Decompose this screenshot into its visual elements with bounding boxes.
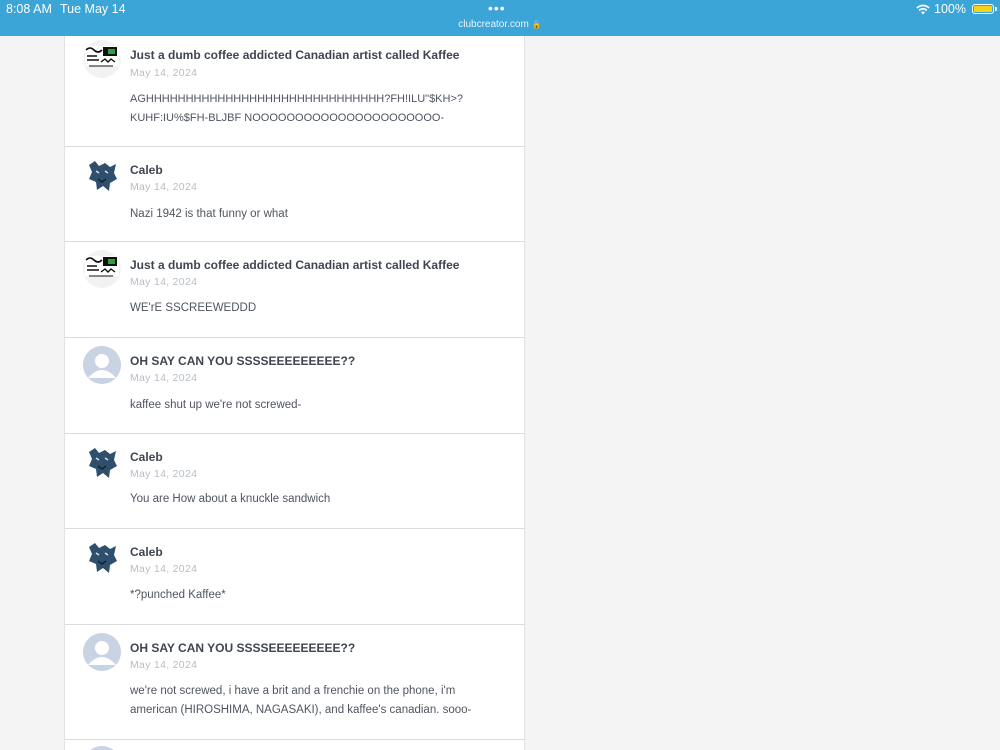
comment-author[interactable]: Caleb [130, 163, 163, 177]
comment-text: Nazi 1942 is that funny or what [130, 208, 288, 220]
comment-author[interactable]: Caleb [130, 545, 163, 559]
battery-percent: 100% [934, 2, 966, 16]
comment-item: Just a dumb coffee addicted Canadian art… [65, 36, 524, 147]
comment-date: May 14, 2024 [130, 372, 198, 384]
status-bar: 8:08 AM Tue May 14 ••• clubcreator.com 🔒 … [0, 0, 1000, 36]
panther-avatar[interactable] [83, 157, 121, 195]
comment-item: OH SAY CAN YOU SSSSEEEEEEEEE?? May 14, 2… [65, 338, 524, 434]
comment-item: Caleb May 14, 2024 You are How about a k… [65, 434, 524, 529]
comment-date: May 14, 2024 [130, 276, 198, 288]
default-user-avatar[interactable] [83, 633, 121, 671]
comment-text: kaffee shut up we're not screwed- [130, 399, 302, 411]
kaffee-avatar[interactable] [83, 250, 121, 288]
comment-date: May 14, 2024 [130, 659, 198, 671]
comment-date: May 14, 2024 [130, 468, 198, 480]
comment-author[interactable]: Just a dumb coffee addicted Canadian art… [130, 48, 459, 62]
panther-avatar[interactable] [83, 444, 121, 482]
battery-fill [974, 6, 992, 12]
comment-author[interactable]: OH SAY CAN YOU SSSSEEEEEEEEE?? [130, 641, 355, 655]
url-text: clubcreator.com [458, 19, 529, 30]
comment-author[interactable]: Just a dumb coffee addicted Canadian art… [130, 258, 459, 272]
default-user-avatar[interactable] [83, 346, 121, 384]
comment-feed[interactable]: Just a dumb coffee addicted Canadian art… [64, 36, 525, 750]
status-time: 8:08 AM [6, 2, 52, 16]
comment-item: Caleb May 14, 2024 *?punched Kaffee* [65, 529, 524, 625]
comment-author[interactable]: Caleb [130, 450, 163, 464]
comment-author[interactable]: OH SAY CAN YOU SSSSEEEEEEEEE?? [130, 354, 355, 368]
comment-date: May 14, 2024 [130, 181, 198, 193]
comment-text: WE'rE SSCREEWEDDD [130, 302, 257, 314]
comment-date: May 14, 2024 [130, 563, 198, 575]
comment-item [65, 740, 524, 750]
comment-item: Just a dumb coffee addicted Canadian art… [65, 242, 524, 338]
panther-avatar[interactable] [83, 539, 121, 577]
comment-text: we're not screwed, i have a brit and a f… [130, 685, 472, 716]
comment-text: You are How about a knuckle sandwich [130, 493, 331, 505]
status-date: Tue May 14 [60, 2, 126, 16]
multitasking-dots-icon[interactable]: ••• [488, 0, 506, 16]
comment-text: AGHHHHHHHHHHHHHHHHHHHHHHHHHHHHHH?FH!ILU"… [130, 93, 464, 124]
battery-icon [972, 4, 997, 14]
address-bar[interactable]: clubcreator.com 🔒 [0, 19, 1000, 30]
wifi-icon [916, 4, 930, 14]
comment-item: OH SAY CAN YOU SSSSEEEEEEEEE?? May 14, 2… [65, 625, 524, 740]
comment-text: *?punched Kaffee* [130, 589, 226, 601]
comment-date: May 14, 2024 [130, 67, 198, 79]
comment-item: Caleb May 14, 2024 Nazi 1942 is that fun… [65, 147, 524, 242]
default-user-avatar[interactable] [83, 746, 121, 750]
lock-icon: 🔒 [531, 20, 542, 29]
status-right: 100% [916, 2, 997, 16]
kaffee-avatar[interactable] [83, 40, 121, 78]
